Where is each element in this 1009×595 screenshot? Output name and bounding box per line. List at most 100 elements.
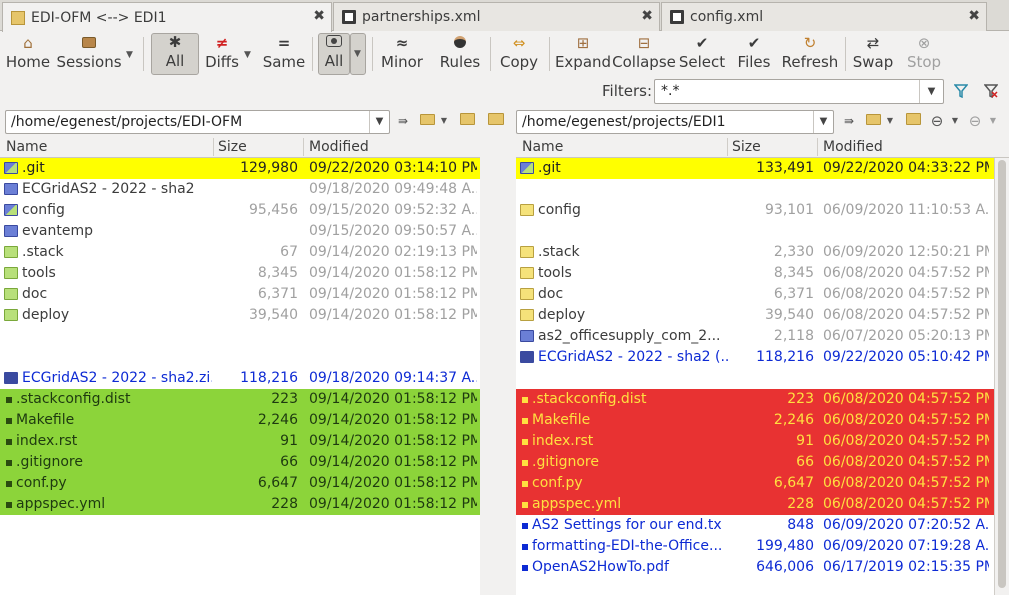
- expand-button[interactable]: ⊞ Expand: [555, 33, 611, 75]
- table-row[interactable]: ECGridAS2 - 2022 - sha2 (... 118,216 09/22…: [516, 347, 1009, 368]
- diffs-button[interactable]: ≠ Diffs: [202, 33, 242, 75]
- file-modified: 09/22/2020 04:33:22 PM: [823, 160, 989, 176]
- empty-row: [516, 221, 1009, 242]
- table-row[interactable]: .gitignore 66 09/14/2020 01:58:12 PM: [0, 452, 480, 473]
- table-row[interactable]: tools 8,345 06/08/2020 04:57:52 PM: [516, 263, 1009, 284]
- table-row[interactable]: .git 129,980 09/22/2020 03:14:10 PM: [0, 158, 480, 179]
- close-icon[interactable]: ✖: [641, 8, 653, 24]
- table-row[interactable]: appspec.yml 228 09/14/2020 01:58:12 PM: [0, 494, 480, 515]
- table-row[interactable]: config 95,456 09/15/2020 09:52:32 A...: [0, 200, 480, 221]
- table-row[interactable]: config 93,101 06/09/2020 11:10:53 A...: [516, 200, 1009, 221]
- table-row[interactable]: evantemp 09/15/2020 09:50:57 A...: [0, 221, 480, 242]
- tab-session[interactable]: EDI-OFM <--> EDI1 ✖: [2, 2, 332, 32]
- rules-button[interactable]: Rules: [438, 33, 482, 75]
- column-size[interactable]: Size: [732, 139, 761, 155]
- chevron-down-icon[interactable]: ▼: [881, 112, 899, 130]
- forward-circle-icon[interactable]: ⊖: [966, 112, 984, 130]
- file-icon: [522, 439, 528, 445]
- parent-folder-icon[interactable]: [904, 112, 922, 130]
- table-row[interactable]: .stackconfig.dist 223 09/14/2020 01:58:12 …: [0, 389, 480, 410]
- sync-folders-icon[interactable]: [487, 112, 505, 130]
- chevron-down-icon[interactable]: ▼: [946, 112, 964, 130]
- table-row[interactable]: ECGridAS2 - 2022 - sha2 09/18/2020 09:49:…: [0, 179, 480, 200]
- diffs-dropdown-icon[interactable]: ▼: [244, 50, 251, 60]
- table-row[interactable]: OpenAS2HowTo.pdf 646,006 06/17/2019 02:15:…: [516, 557, 1009, 578]
- go-arrow-icon[interactable]: ⇛: [394, 112, 412, 130]
- same-button[interactable]: = Same: [262, 33, 306, 75]
- stop-button[interactable]: ⊗ Stop: [904, 33, 944, 75]
- column-modified[interactable]: Modified: [309, 139, 369, 155]
- table-row[interactable]: Makefile 2,246 09/14/2020 01:58:12 PM: [0, 410, 480, 431]
- filter-funnel-icon[interactable]: [954, 84, 968, 98]
- left-path-input[interactable]: /home/egenest/projects/EDI-OFM ▼: [5, 110, 390, 134]
- filter-all-button[interactable]: ✱ All: [151, 33, 199, 75]
- minor-button[interactable]: ≈ Minor: [378, 33, 426, 75]
- table-row[interactable]: index.rst 91 09/14/2020 01:58:12 PM: [0, 431, 480, 452]
- files-button[interactable]: ✔ Files: [734, 33, 774, 75]
- left-file-pane[interactable]: Name Size Modified .git 129,980 09/22/2020…: [0, 136, 480, 595]
- sessions-dropdown-icon[interactable]: ▼: [126, 50, 133, 60]
- refresh-label: Refresh: [781, 53, 839, 71]
- tab-partnerships[interactable]: partnerships.xml ✖: [333, 2, 660, 31]
- folder-icon: [520, 267, 534, 279]
- go-arrow-icon[interactable]: ⇛: [840, 112, 858, 130]
- table-row[interactable]: doc 6,371 09/14/2020 01:58:12 PM: [0, 284, 480, 305]
- clear-filter-icon[interactable]: [984, 84, 998, 98]
- filters-input[interactable]: *.* ▼: [654, 79, 944, 104]
- table-row[interactable]: .stack 67 09/14/2020 02:19:13 PM: [0, 242, 480, 263]
- chevron-down-icon[interactable]: ▼: [984, 112, 1002, 130]
- table-row[interactable]: conf.py 6,647 09/14/2020 01:58:12 PM: [0, 473, 480, 494]
- scrollbar-thumb[interactable]: [998, 160, 1006, 588]
- close-icon[interactable]: ✖: [968, 8, 980, 24]
- table-row[interactable]: .stackconfig.dist 223 06/08/2020 04:57:52 …: [516, 389, 1009, 410]
- file-size: 6,371: [773, 286, 814, 302]
- view-all-button[interactable]: All: [318, 33, 350, 75]
- column-size[interactable]: Size: [218, 139, 247, 155]
- table-row[interactable]: tools 8,345 09/14/2020 01:58:12 PM: [0, 263, 480, 284]
- table-row[interactable]: Makefile 2,246 06/08/2020 04:57:52 PM: [516, 410, 1009, 431]
- tab-config[interactable]: config.xml ✖: [661, 2, 987, 31]
- table-row[interactable]: index.rst 91 06/08/2020 04:57:52 PM: [516, 431, 1009, 452]
- swap-button[interactable]: ⇄ Swap: [852, 33, 894, 75]
- column-divider[interactable]: [727, 138, 728, 156]
- column-divider[interactable]: [213, 138, 214, 156]
- table-row[interactable]: conf.py 6,647 06/08/2020 04:57:52 PM: [516, 473, 1009, 494]
- table-row[interactable]: formatting-EDI-the-Office... 199,480 06/09…: [516, 536, 1009, 557]
- table-row[interactable]: appspec.yml 228 06/08/2020 04:57:52 PM: [516, 494, 1009, 515]
- column-divider[interactable]: [303, 138, 304, 156]
- column-divider[interactable]: [817, 138, 818, 156]
- table-row[interactable]: deploy 39,540 09/14/2020 01:58:12 PM: [0, 305, 480, 326]
- copy-button[interactable]: ⇔ Copy: [497, 33, 541, 75]
- parent-folder-icon[interactable]: [458, 112, 476, 130]
- back-circle-icon[interactable]: ⊖: [928, 112, 946, 130]
- refresh-button[interactable]: ↻ Refresh: [780, 33, 840, 75]
- view-dropdown-button[interactable]: ▼: [350, 33, 366, 75]
- table-row[interactable]: .git 133,491 09/22/2020 04:33:22 PM: [516, 158, 1009, 179]
- chevron-down-icon[interactable]: ▼: [813, 111, 833, 133]
- select-button[interactable]: ✔ Select: [678, 33, 726, 75]
- column-name[interactable]: Name: [522, 139, 563, 155]
- column-modified[interactable]: Modified: [823, 139, 883, 155]
- table-row[interactable]: ECGridAS2 - 2022 - sha2.zi... 118,216 09/1…: [0, 368, 480, 389]
- file-icon: [522, 460, 528, 466]
- close-icon[interactable]: ✖: [313, 8, 325, 24]
- browse-folder-icon[interactable]: [418, 112, 436, 130]
- chevron-down-icon[interactable]: ▼: [435, 112, 453, 130]
- collapse-button[interactable]: ⊟ Collapse: [612, 33, 676, 75]
- right-file-pane[interactable]: Name Size Modified .git 133,491 09/22/2020…: [516, 136, 1009, 595]
- browse-folder-icon[interactable]: [864, 112, 882, 130]
- table-row[interactable]: doc 6,371 06/08/2020 04:57:52 PM: [516, 284, 1009, 305]
- table-row[interactable]: as2_officesupply_com_2... 2,118 06/07/2020…: [516, 326, 1009, 347]
- vertical-scrollbar[interactable]: [994, 158, 1009, 595]
- right-path-input[interactable]: /home/egenest/projects/EDI1 ▼: [516, 110, 834, 134]
- table-row[interactable]: .stack 2,330 06/09/2020 12:50:21 PM: [516, 242, 1009, 263]
- table-row[interactable]: deploy 39,540 06/08/2020 04:57:52 PM: [516, 305, 1009, 326]
- table-row[interactable]: AS2 Settings for our end.txt 848 06/09/202…: [516, 515, 1009, 536]
- file-size: 228: [271, 496, 298, 512]
- home-button[interactable]: ⌂ Home: [4, 33, 52, 75]
- table-row[interactable]: .gitignore 66 06/08/2020 04:57:52 PM: [516, 452, 1009, 473]
- chevron-down-icon[interactable]: ▼: [919, 80, 943, 103]
- column-name[interactable]: Name: [6, 139, 47, 155]
- chevron-down-icon[interactable]: ▼: [369, 111, 389, 133]
- sessions-button[interactable]: Sessions: [56, 33, 122, 75]
